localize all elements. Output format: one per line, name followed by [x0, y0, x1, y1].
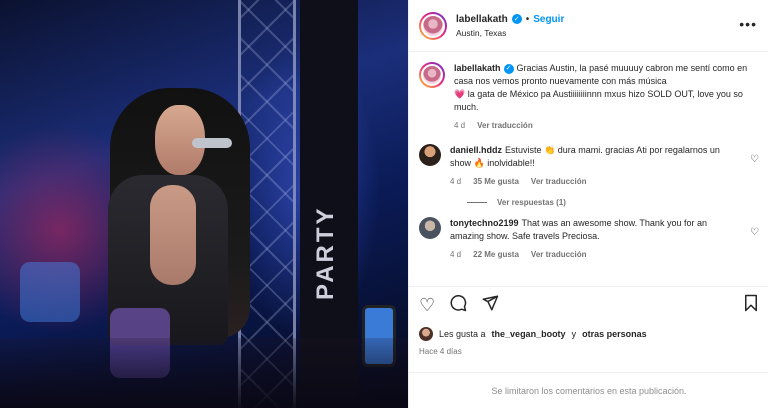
comment-body: daniell.hddz Estuviste 👏 dura mami. graci…: [450, 144, 741, 188]
post-action-bar: ♡: [409, 286, 768, 322]
separator-dot: •: [525, 13, 530, 25]
likes-others-link[interactable]: otras personas: [582, 329, 647, 339]
likes-middle: y: [571, 329, 577, 339]
comment-meta: 4 d 22 Me gusta Ver traducción: [450, 248, 741, 261]
comment-likes-count[interactable]: 35 Me gusta: [473, 175, 519, 188]
comments-limited-notice: Se limitaron los comentarios en esta pub…: [409, 372, 768, 408]
post-timestamp[interactable]: Hace 4 días: [419, 347, 462, 356]
comments-section: labellakath ✓ Gracias Austin, la pasé muuu…: [409, 52, 768, 286]
author-info: labellakath ✓ • Seguir Austin, Texas: [456, 14, 564, 38]
crowd-phone: [20, 262, 80, 322]
post-location[interactable]: Austin, Texas: [456, 28, 564, 38]
verified-badge-icon: ✓: [503, 63, 514, 74]
replies-divider: [467, 202, 487, 203]
post-header: labellakath ✓ • Seguir Austin, Texas •••: [409, 0, 768, 52]
comment-bubble-icon[interactable]: [449, 294, 467, 315]
caption-age: 4 d: [454, 121, 466, 130]
caption-meta: 4 d Ver traducción: [454, 119, 759, 132]
comment-age: 4 d: [450, 177, 462, 186]
paper-plane-icon[interactable]: [481, 294, 499, 315]
comment-item: daniell.hddz Estuviste 👏 dura mami. graci…: [419, 144, 759, 188]
comment-like-icon[interactable]: ♡: [750, 227, 759, 261]
follow-button[interactable]: Seguir: [533, 14, 564, 25]
author-username[interactable]: labellakath: [456, 14, 508, 25]
author-line: labellakath ✓ • Seguir: [456, 14, 564, 25]
post-caption: labellakath ✓ Gracias Austin, la pasé muuu…: [419, 62, 759, 132]
commenter-avatar[interactable]: [419, 217, 441, 239]
liker-username[interactable]: the_vegan_booty: [492, 329, 566, 339]
post-photo[interactable]: PARTY: [0, 0, 408, 408]
post-side-panel: labellakath ✓ • Seguir Austin, Texas •••…: [408, 0, 768, 408]
verified-badge-icon: ✓: [511, 14, 522, 24]
comment-username[interactable]: tonytechno2199: [450, 218, 519, 228]
fire-emoji: 🔥: [473, 158, 485, 168]
caption-username[interactable]: labellakath: [454, 63, 501, 73]
caption-body: labellakath ✓ Gracias Austin, la pasé muuu…: [454, 62, 759, 132]
bookmark-icon[interactable]: [743, 294, 759, 315]
comment-item: tonytechno2199 That was an awesome show. …: [419, 217, 759, 261]
view-replies-label: Ver respuestas (1): [497, 198, 566, 207]
comment-username[interactable]: daniell.hddz: [450, 145, 502, 155]
comment-text-1: Estuviste: [505, 145, 542, 155]
instagram-post: PARTY labellakath ✓ • Seguir Austin, Tex…: [0, 0, 768, 408]
more-options-icon[interactable]: •••: [739, 16, 757, 32]
performer-arm: [150, 185, 196, 285]
comment-like-icon[interactable]: ♡: [750, 154, 759, 188]
likes-summary: Les gusta a the_vegan_booty y otras pers…: [419, 327, 647, 341]
microphone: [192, 138, 232, 148]
comment-translate-link[interactable]: Ver traducción: [531, 248, 587, 261]
author-avatar[interactable]: [419, 11, 447, 40]
likes-prefix: Les gusta a: [439, 329, 486, 339]
clap-emoji: 👏: [544, 145, 556, 155]
comment-age: 4 d: [450, 250, 462, 259]
comment-meta: 4 d 35 Me gusta Ver traducción: [450, 175, 741, 188]
caption-text-2: la gata de México pa Austiiiiiiiinnn mxu…: [454, 89, 743, 112]
party-banner-text: PARTY: [312, 205, 339, 300]
comment-likes-count[interactable]: 22 Me gusta: [473, 248, 519, 261]
liker-avatar[interactable]: [419, 327, 433, 341]
comment-body: tonytechno2199 That was an awesome show. …: [450, 217, 741, 261]
pink-heart-emoji: 💗: [454, 89, 466, 99]
caption-translate-link[interactable]: Ver traducción: [477, 119, 533, 132]
comment-translate-link[interactable]: Ver traducción: [531, 175, 587, 188]
caption-avatar[interactable]: [419, 62, 445, 88]
view-replies-button[interactable]: Ver respuestas (1): [467, 198, 759, 207]
heart-outline-icon[interactable]: ♡: [419, 296, 435, 314]
crowd: [0, 338, 408, 408]
comment-text-3: inolvidable!!: [487, 158, 535, 168]
commenter-avatar[interactable]: [419, 144, 441, 166]
